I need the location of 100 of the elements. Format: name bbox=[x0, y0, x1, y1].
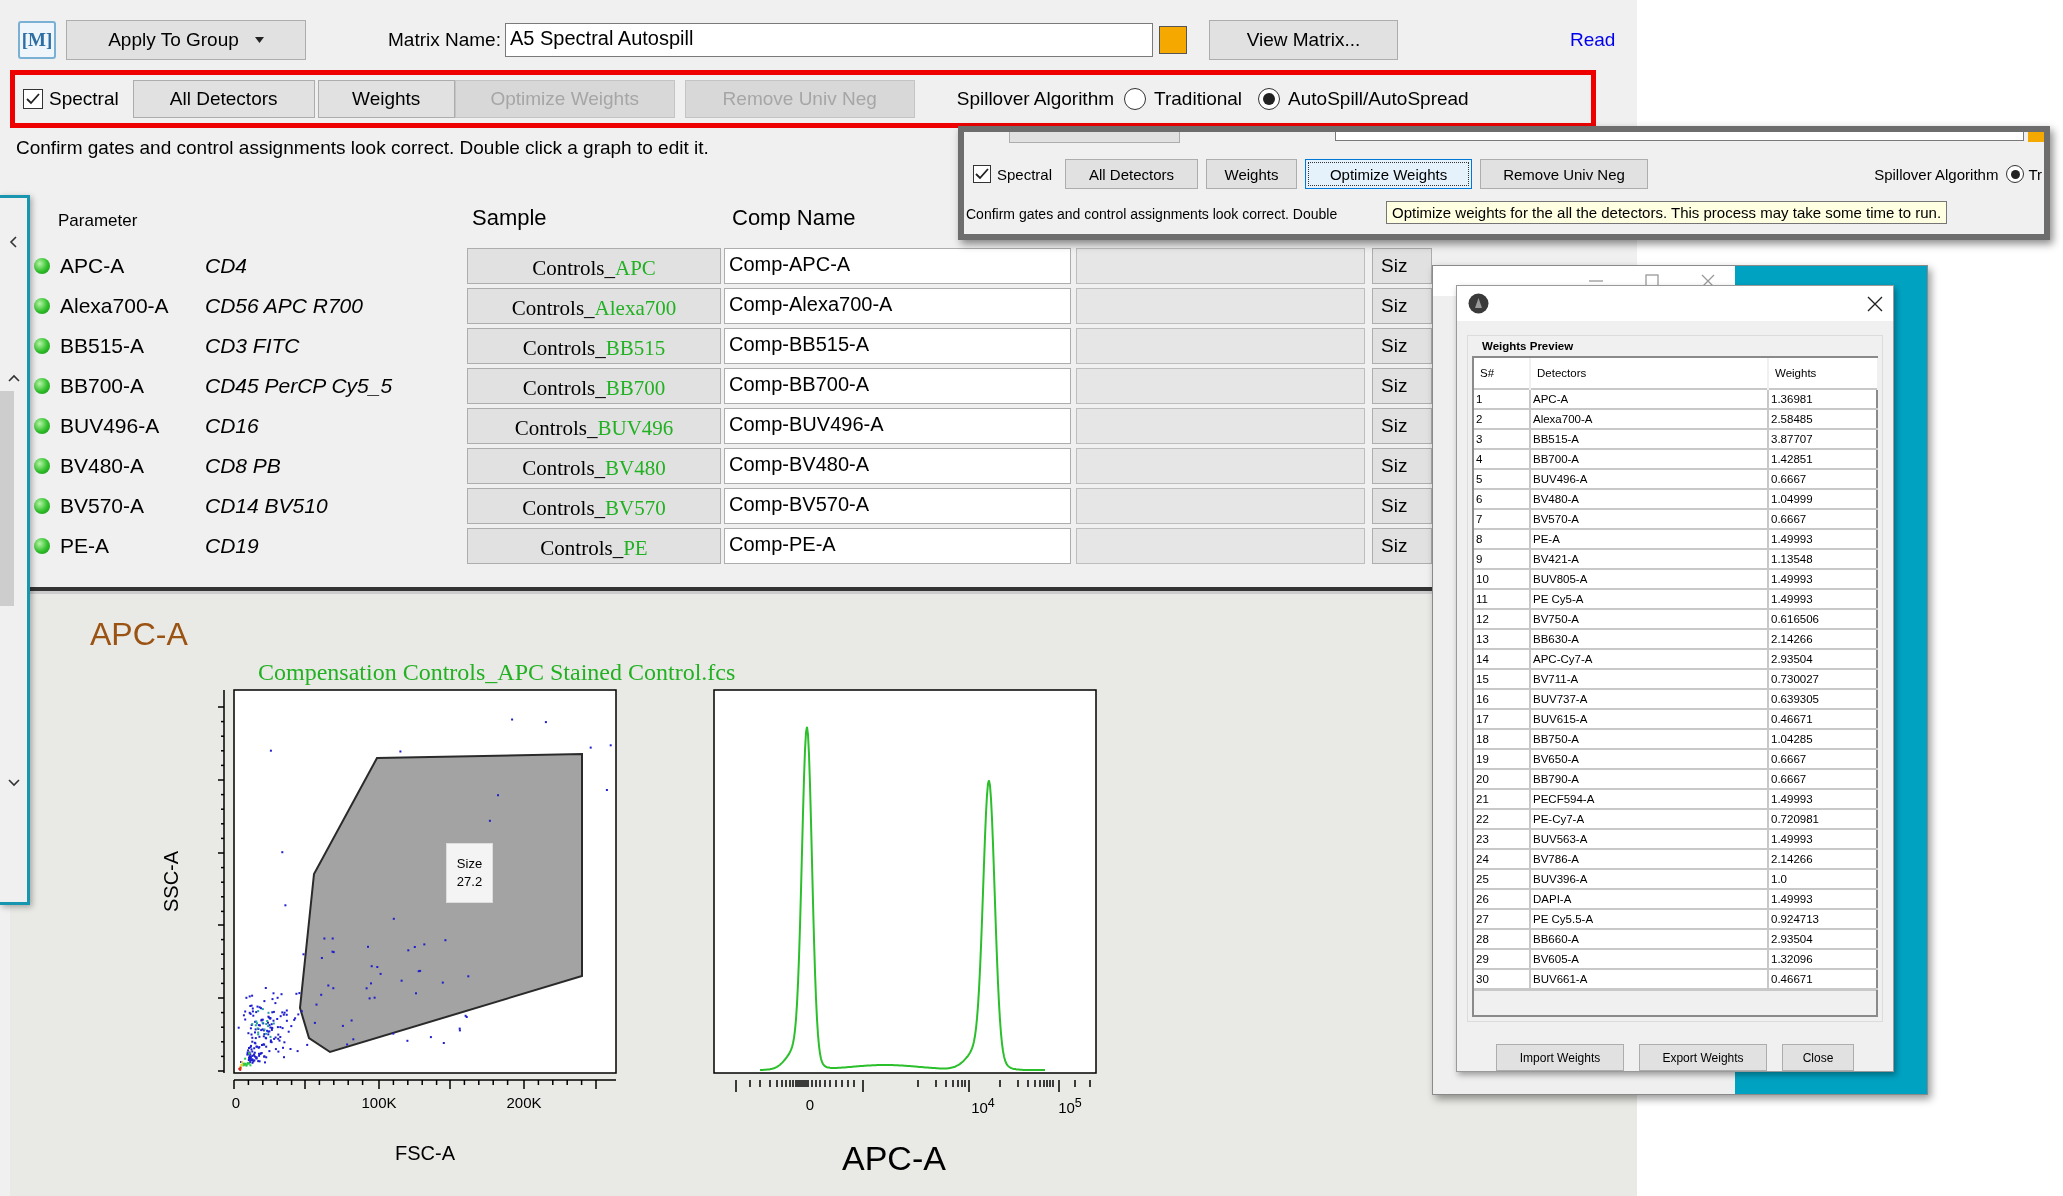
close-icon[interactable] bbox=[1867, 295, 1883, 312]
color-swatch[interactable] bbox=[1158, 26, 1187, 54]
size-button[interactable]: Siz bbox=[1372, 328, 1432, 364]
comp-name-field[interactable]: Comp-Alexa700-A bbox=[724, 288, 1071, 324]
toolbar-button[interactable]: Optimize Weights bbox=[1305, 159, 1473, 189]
sample-button[interactable]: Controls_BV570 bbox=[467, 488, 721, 524]
sample-button[interactable]: Controls_APC bbox=[467, 248, 721, 284]
sample-button[interactable]: Controls_BUV496 bbox=[467, 408, 721, 444]
parameter-name: BV480-A bbox=[60, 454, 146, 478]
comp-name-field[interactable]: Comp-PE-A bbox=[724, 528, 1071, 564]
dialog-button[interactable]: Close bbox=[1782, 1044, 1854, 1071]
table-row[interactable]: 27 PE Cy5.5-A 0.924713 bbox=[1474, 909, 1878, 929]
radio-button[interactable] bbox=[1258, 88, 1281, 110]
table-row[interactable]: 21 PECF594-A 1.49993 bbox=[1474, 789, 1878, 809]
size-button[interactable]: Siz bbox=[1372, 528, 1432, 564]
table-row[interactable]: 23 BUV563-A 1.49993 bbox=[1474, 829, 1878, 849]
partial-field[interactable] bbox=[1335, 132, 2025, 141]
sample-button[interactable]: Controls_BV480 bbox=[467, 448, 721, 484]
radio-button[interactable] bbox=[1124, 88, 1147, 110]
table-row[interactable]: 11 PE Cy5-A 1.49993 bbox=[1474, 589, 1878, 609]
sample-button[interactable]: Controls_BB515 bbox=[467, 328, 721, 364]
table-row[interactable]: 6 BV480-A 1.04999 bbox=[1474, 489, 1878, 509]
empty-field[interactable] bbox=[1076, 408, 1365, 444]
color-swatch[interactable] bbox=[2028, 132, 2044, 142]
scrollbar[interactable] bbox=[0, 391, 14, 606]
chevron-left-icon[interactable] bbox=[7, 236, 20, 248]
table-row[interactable]: 26 DAPI-A 1.49993 bbox=[1474, 889, 1878, 909]
toolbar-button[interactable]: Weights bbox=[317, 80, 455, 118]
table-row[interactable]: 4 BB700-A 1.42851 bbox=[1474, 449, 1878, 469]
sample-button[interactable]: Controls_BB700 bbox=[467, 368, 721, 404]
apply-to-group-dropdown[interactable]: Apply To Group bbox=[66, 20, 306, 60]
table-cell: 4 bbox=[1474, 449, 1530, 469]
table-row[interactable]: 29 BV605-A 1.32096 bbox=[1474, 949, 1878, 969]
table-row[interactable]: 25 BUV396-A 1.0 bbox=[1474, 869, 1878, 889]
table-cell: 11 bbox=[1474, 589, 1530, 609]
comp-name-field[interactable]: Comp-BUV496-A bbox=[724, 408, 1071, 444]
table-row[interactable]: 16 BUV737-A 0.639305 bbox=[1474, 689, 1878, 709]
table-row[interactable]: 22 PE-Cy7-A 0.720981 bbox=[1474, 809, 1878, 829]
empty-field[interactable] bbox=[1076, 448, 1365, 484]
app-logo[interactable]: [M] bbox=[18, 21, 56, 59]
sample-button[interactable]: Controls_Alexa700 bbox=[467, 288, 721, 324]
size-button[interactable]: Siz bbox=[1372, 288, 1432, 324]
table-row[interactable]: 17 BUV615-A 0.46671 bbox=[1474, 709, 1878, 729]
empty-field[interactable] bbox=[1076, 528, 1365, 564]
partial-button[interactable] bbox=[1009, 132, 1181, 143]
table-row[interactable]: 19 BV650-A 0.6667 bbox=[1474, 749, 1878, 769]
table-row[interactable]: 7 BV570-A 0.6667 bbox=[1474, 509, 1878, 529]
size-button[interactable]: Siz bbox=[1372, 408, 1432, 444]
size-button[interactable]: Siz bbox=[1372, 368, 1432, 404]
toolbar-button[interactable]: All Detectors bbox=[1065, 159, 1199, 189]
empty-field[interactable] bbox=[1076, 248, 1365, 284]
table-row[interactable]: 10 BUV805-A 1.49993 bbox=[1474, 569, 1878, 589]
empty-field[interactable] bbox=[1076, 288, 1365, 324]
checkbox[interactable] bbox=[973, 165, 991, 183]
comp-name-field[interactable]: Comp-BV480-A bbox=[724, 448, 1071, 484]
table-row[interactable]: 3 BB515-A 3.87707 bbox=[1474, 429, 1878, 449]
matrix-name-field[interactable]: A5 Spectral Autospill bbox=[504, 23, 1153, 57]
table-cell: BB630-A bbox=[1530, 629, 1768, 649]
status-link[interactable]: Read bbox=[1569, 29, 1616, 51]
comp-name-field[interactable]: Comp-APC-A bbox=[724, 248, 1071, 284]
toolbar-button[interactable]: Remove Univ Neg bbox=[1480, 159, 1649, 189]
size-button[interactable]: Siz bbox=[1372, 488, 1432, 524]
marker-name: CD56 APC R700 bbox=[205, 294, 364, 318]
dialog-button[interactable]: Import Weights bbox=[1496, 1044, 1624, 1071]
dialog-button[interactable]: Export Weights bbox=[1639, 1044, 1767, 1071]
table-row[interactable]: 12 BV750-A 0.616506 bbox=[1474, 609, 1878, 629]
table-row[interactable]: 18 BB750-A 1.04285 bbox=[1474, 729, 1878, 749]
toolbar-button[interactable]: All Detectors bbox=[132, 80, 315, 118]
table-row[interactable]: 28 BB660-A 2.93504 bbox=[1474, 929, 1878, 949]
table-row[interactable]: 9 BV421-A 1.13548 bbox=[1474, 549, 1878, 569]
sample-button[interactable]: Controls_PE bbox=[467, 528, 721, 564]
comp-name-field[interactable]: Comp-BB515-A bbox=[724, 328, 1071, 364]
comp-name-field[interactable]: Comp-BB700-A bbox=[724, 368, 1071, 404]
size-button[interactable]: Siz bbox=[1372, 448, 1432, 484]
table-row[interactable]: 1 APC-A 1.36981 bbox=[1474, 389, 1878, 409]
column-header: Sample bbox=[472, 205, 548, 231]
table-row[interactable]: 5 BUV496-A 0.6667 bbox=[1474, 469, 1878, 489]
axis-label: APC-A bbox=[842, 1139, 946, 1178]
empty-field[interactable] bbox=[1076, 368, 1365, 404]
table-cell: DAPI-A bbox=[1530, 889, 1768, 909]
view-matrix-button[interactable]: View Matrix... bbox=[1208, 20, 1398, 60]
table-row[interactable]: 2 Alexa700-A 2.58485 bbox=[1474, 409, 1878, 429]
table-cell: 1.36981 bbox=[1768, 389, 1878, 409]
table-row[interactable]: 8 PE-A 1.49993 bbox=[1474, 529, 1878, 549]
axis-tick-label: 10$^{4}$ bbox=[971, 1096, 995, 1116]
empty-field[interactable] bbox=[1076, 488, 1365, 524]
comp-name-field[interactable]: Comp-BV570-A bbox=[724, 488, 1071, 524]
toolbar-button[interactable]: Weights bbox=[1206, 159, 1298, 189]
size-button[interactable]: Siz bbox=[1372, 248, 1432, 284]
chevron-down-icon[interactable] bbox=[7, 776, 20, 788]
checkbox[interactable] bbox=[23, 89, 43, 109]
table-cell: 2 bbox=[1474, 409, 1530, 429]
table-row[interactable]: 24 BV786-A 2.14266 bbox=[1474, 849, 1878, 869]
table-cell: 20 bbox=[1474, 769, 1530, 789]
radio-button[interactable] bbox=[2006, 165, 2025, 183]
table-row[interactable]: 20 BB790-A 0.6667 bbox=[1474, 769, 1878, 789]
table-row[interactable]: 15 BV711-A 0.730027 bbox=[1474, 669, 1878, 689]
table-row[interactable]: 13 BB630-A 2.14266 bbox=[1474, 629, 1878, 649]
empty-field[interactable] bbox=[1076, 328, 1365, 364]
table-row[interactable]: 14 APC-Cy7-A 2.93504 bbox=[1474, 649, 1878, 669]
